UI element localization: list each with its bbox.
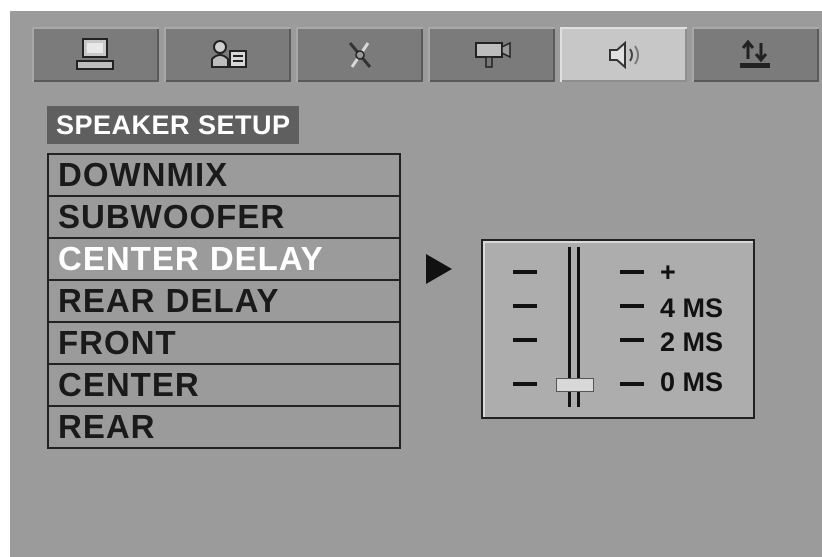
scale-tick: [513, 338, 537, 342]
tab-language[interactable]: [164, 27, 291, 82]
video-icon: [474, 41, 511, 68]
menu-item-center[interactable]: CENTER: [47, 363, 401, 407]
scale-tick: [620, 338, 644, 342]
speaker-setup-menu: DOWNMIX SUBWOOFER CENTER DELAY REAR DELA…: [47, 153, 401, 449]
scale-label-4ms: 4 MS: [660, 293, 724, 323]
tab-general[interactable]: [32, 27, 159, 82]
tab-video[interactable]: [428, 27, 555, 82]
menu-item-downmix[interactable]: DOWNMIX: [47, 153, 401, 197]
menu-item-rear[interactable]: REAR: [47, 405, 401, 449]
menu-item-rear-delay[interactable]: REAR DELAY: [47, 279, 401, 323]
computer-icon: [75, 37, 114, 70]
tab-exit[interactable]: [692, 27, 819, 82]
scale-tick: [620, 304, 644, 308]
language-icon: [210, 39, 247, 68]
scale-tick: [620, 270, 644, 274]
delay-slider-panel: + 4 MS 2 MS 0 MS: [481, 239, 755, 419]
scale-label-0ms: 0 MS: [660, 367, 724, 397]
settings-icon: [348, 41, 371, 68]
tab-speaker[interactable]: [560, 27, 687, 82]
osd-screen: SPEAKER SETUP DOWNMIX SUBWOOFER CENTER D…: [10, 11, 822, 557]
menu-item-front[interactable]: FRONT: [47, 321, 401, 365]
page-title: SPEAKER SETUP: [47, 106, 299, 144]
scale-label-plus: +: [660, 257, 676, 287]
tab-bar: [32, 27, 819, 82]
menu-item-subwoofer[interactable]: SUBWOOFER: [47, 195, 401, 239]
exit-icon: [739, 39, 770, 68]
scale-tick: [513, 270, 537, 274]
scale-tick: [620, 382, 644, 386]
speaker-icon: [608, 40, 639, 69]
scale-label-2ms: 2 MS: [660, 327, 724, 357]
slider-handle[interactable]: [556, 378, 594, 392]
scale-tick: [513, 382, 537, 386]
menu-item-center-delay[interactable]: CENTER DELAY: [47, 237, 401, 281]
scale-tick: [513, 304, 537, 308]
tab-preference[interactable]: [296, 27, 423, 82]
selection-arrow-icon: [426, 254, 452, 284]
